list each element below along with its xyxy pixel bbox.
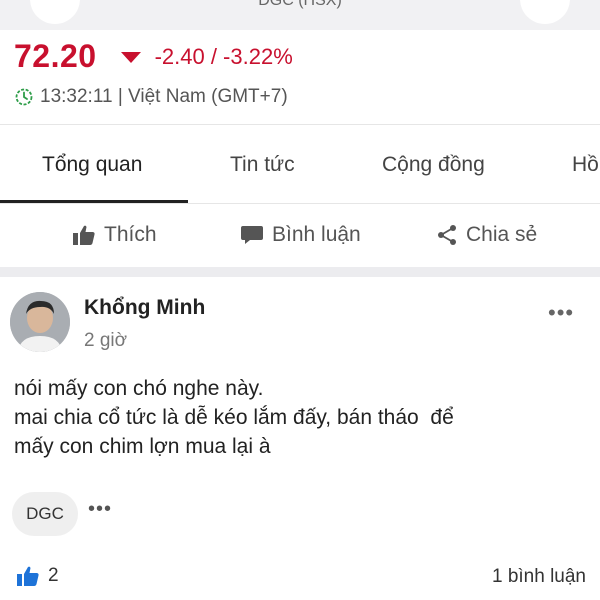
tab-profile[interactable]: Hồ [572,153,599,177]
like-label: Thích [104,223,157,246]
menu-button[interactable] [520,0,570,24]
action-bar: Thích Bình luận Chia sẻ [0,205,600,267]
price-row: 72.20 -2.40 / -3.22% [14,38,293,75]
comment-icon [241,226,263,244]
tab-news[interactable]: Tin tức [230,153,295,177]
back-button[interactable] [30,0,80,24]
comment-count[interactable]: 1 bình luận [492,566,586,588]
post-line: nói mấy con chó nghe này. [14,377,264,400]
like-count-row[interactable]: 2 [16,565,59,587]
post-options-icon[interactable]: ••• [548,300,574,326]
share-label: Chia sẻ [466,223,538,246]
stock-tag-chip[interactable]: DGC [12,492,78,536]
tab-overview[interactable]: Tổng quan [42,153,142,177]
thumbs-up-icon [73,225,95,245]
active-tab-indicator [0,200,188,203]
share-button[interactable]: Chia sẻ [436,223,537,247]
price-change: -2.40 / -3.22% [154,43,293,69]
post-author[interactable]: Khổng Minh [84,296,205,320]
quote-time: 13:32:11 | Việt Nam (GMT+7) [40,86,288,107]
like-count: 2 [48,565,59,586]
quote-time-row: 13:32:11 | Việt Nam (GMT+7) [14,86,288,108]
comment-button[interactable]: Bình luận [240,223,361,247]
clock-icon [15,88,33,106]
section-divider [0,267,600,277]
post-line: mấy con chim lợn mua lại à [14,435,271,458]
tab-bar: Tổng quan Tin tức Cộng đồng Hồ [0,124,600,204]
like-button[interactable]: Thích [72,223,157,247]
down-arrow-icon [120,52,141,63]
more-tags-icon[interactable]: ••• [88,498,112,521]
post-line: mai chia cổ tức là dễ kéo lắm đấy, bán t… [14,406,454,429]
top-navigation-bar: DGC (HSX) [0,0,600,30]
tab-community[interactable]: Cộng đồng [382,153,485,177]
post-time: 2 giờ [84,330,128,351]
avatar[interactable] [10,292,70,352]
comment-label: Bình luận [272,223,361,246]
stock-price: 72.20 [14,38,97,74]
post-content: nói mấy con chó nghe này. mai chia cổ tứ… [14,374,586,461]
thumbs-up-icon [17,566,39,586]
share-icon [438,225,456,245]
user-photo [10,292,70,352]
stock-title: DGC (HSX) [258,0,342,9]
